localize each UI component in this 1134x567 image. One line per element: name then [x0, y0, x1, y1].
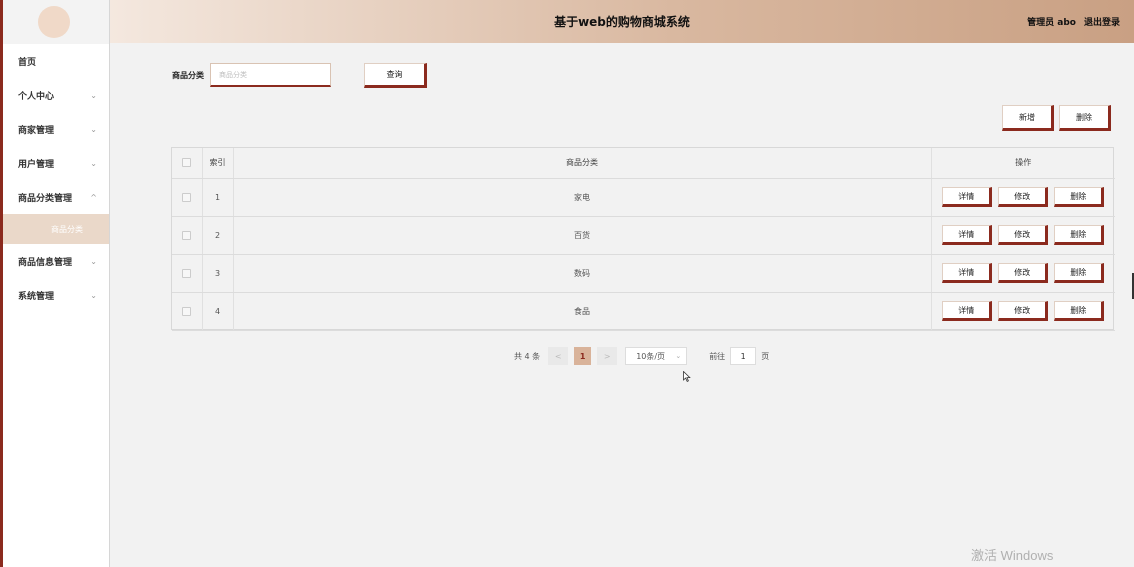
table-row: 2 百货 详情 修改 删除 — [172, 216, 1115, 255]
search-input[interactable] — [210, 63, 331, 87]
row-checkbox[interactable] — [182, 306, 192, 316]
sidebar-subitem-category[interactable]: 商品分类 — [3, 214, 109, 244]
main-content: 商品分类 查询 新增 删除 索引 商品分类 操作 — [110, 43, 1134, 567]
table-header-row: 索引 商品分类 操作 — [172, 148, 1115, 179]
detail-button[interactable]: 详情 — [942, 263, 993, 283]
sidebar-subitem-label: 商品分类 — [51, 224, 83, 234]
batch-delete-button[interactable]: 删除 — [1059, 105, 1111, 131]
add-button[interactable]: 新增 — [1002, 105, 1054, 131]
page-size-select[interactable]: 10条/页 ⌄ — [625, 347, 688, 365]
sidebar-item-label: 商家管理 — [18, 125, 55, 136]
chevron-up-icon: ^ — [90, 192, 97, 202]
sidebar-item-system-management[interactable]: 系统管理 ⌄ — [3, 278, 109, 312]
row-index: 4 — [202, 292, 234, 331]
logout-link[interactable]: 退出登录 — [1084, 15, 1120, 28]
row-index: 1 — [202, 178, 234, 217]
delete-button[interactable]: 删除 — [1054, 263, 1105, 283]
sidebar-item-user-management[interactable]: 用户管理 ⌄ — [3, 146, 109, 180]
row-checkbox[interactable] — [182, 230, 192, 240]
sidebar-item-merchant-management[interactable]: 商家管理 ⌄ — [3, 112, 109, 146]
chevron-down-icon: ⌄ — [90, 90, 97, 100]
avatar[interactable] — [38, 6, 70, 38]
column-header-category: 商品分类 — [233, 148, 932, 179]
sidebar-item-label: 商品信息管理 — [18, 257, 73, 268]
select-all-checkbox[interactable] — [182, 158, 192, 168]
chevron-down-icon: ⌄ — [90, 158, 97, 168]
detail-button[interactable]: 详情 — [942, 225, 993, 245]
row-category: 百货 — [233, 216, 932, 255]
row-index: 3 — [202, 254, 234, 293]
goto-suffix: 页 — [761, 351, 770, 361]
edit-button[interactable]: 修改 — [998, 263, 1049, 283]
select-all-cell — [172, 148, 203, 179]
sidebar-item-label: 首页 — [18, 57, 37, 68]
current-user: 管理员 abo — [1027, 18, 1076, 28]
row-category: 数码 — [233, 254, 932, 293]
pagination: 共 4 条 < 1 > 10条/页 ⌄ 前往 页 — [514, 347, 769, 365]
sidebar-item-label: 商品分类管理 — [18, 193, 73, 204]
search-button[interactable]: 查询 — [364, 63, 427, 88]
sidebar-item-category-management[interactable]: 商品分类管理 ^ — [3, 180, 109, 214]
sidebar-item-home[interactable]: 首页 — [3, 44, 109, 78]
edit-button[interactable]: 修改 — [998, 301, 1049, 321]
search-form: 商品分类 — [172, 63, 331, 87]
prev-page-button[interactable]: < — [548, 347, 569, 365]
sidebar-item-label: 系统管理 — [18, 291, 55, 302]
search-label: 商品分类 — [172, 70, 204, 80]
column-header-index: 索引 — [202, 148, 234, 179]
header-user-area: 管理员 abo 退出登录 — [1027, 0, 1120, 43]
chevron-down-icon: ⌄ — [675, 352, 682, 360]
next-page-button[interactable]: > — [597, 347, 618, 365]
windows-activation-watermark: 激活 Windows — [971, 548, 1054, 563]
table-row: 3 数码 详情 修改 删除 — [172, 254, 1115, 293]
sidebar-menu: 首页 个人中心 ⌄ 商家管理 ⌄ 用户管理 ⌄ 商品分类管理 ^ 商品分类 商品… — [3, 44, 109, 312]
chevron-down-icon: ⌄ — [90, 124, 97, 134]
sidebar-item-personal-center[interactable]: 个人中心 ⌄ — [3, 78, 109, 112]
sidebar: 首页 个人中心 ⌄ 商家管理 ⌄ 用户管理 ⌄ 商品分类管理 ^ 商品分类 商品… — [0, 0, 110, 567]
data-table: 索引 商品分类 操作 1 家电 详情 修改 删除 2 百货 详情 修改 删除 3… — [171, 147, 1115, 331]
delete-button[interactable]: 删除 — [1054, 301, 1105, 321]
chevron-down-icon: ⌄ — [90, 290, 97, 300]
table-row: 1 家电 详情 修改 删除 — [172, 178, 1115, 217]
detail-button[interactable]: 详情 — [942, 187, 993, 207]
goto-page-input[interactable] — [730, 347, 757, 365]
delete-button[interactable]: 删除 — [1054, 225, 1105, 245]
sidebar-header — [3, 0, 109, 44]
page-size-value: 10条/页 — [636, 351, 666, 361]
page-title: 基于web的购物商城系统 — [554, 15, 690, 29]
column-header-actions: 操作 — [931, 148, 1115, 179]
row-index: 2 — [202, 216, 234, 255]
row-checkbox[interactable] — [182, 192, 192, 202]
goto-prefix: 前往 — [709, 351, 726, 361]
detail-button[interactable]: 详情 — [942, 301, 993, 321]
edit-button[interactable]: 修改 — [998, 187, 1049, 207]
edit-button[interactable]: 修改 — [998, 225, 1049, 245]
delete-button[interactable]: 删除 — [1054, 187, 1105, 207]
top-header: 基于web的购物商城系统 管理员 abo 退出登录 — [110, 0, 1134, 43]
mouse-cursor-icon — [683, 371, 691, 382]
row-checkbox[interactable] — [182, 268, 192, 278]
chevron-down-icon: ⌄ — [90, 256, 97, 266]
sidebar-item-label: 用户管理 — [18, 159, 55, 170]
row-category: 食品 — [233, 292, 932, 331]
page-number-current[interactable]: 1 — [574, 347, 592, 365]
table-row: 4 食品 详情 修改 删除 — [172, 292, 1115, 331]
sidebar-item-label: 个人中心 — [18, 91, 55, 102]
row-category: 家电 — [233, 178, 932, 217]
sidebar-item-product-management[interactable]: 商品信息管理 ⌄ — [3, 244, 109, 278]
pagination-total: 共 4 条 — [514, 351, 541, 361]
